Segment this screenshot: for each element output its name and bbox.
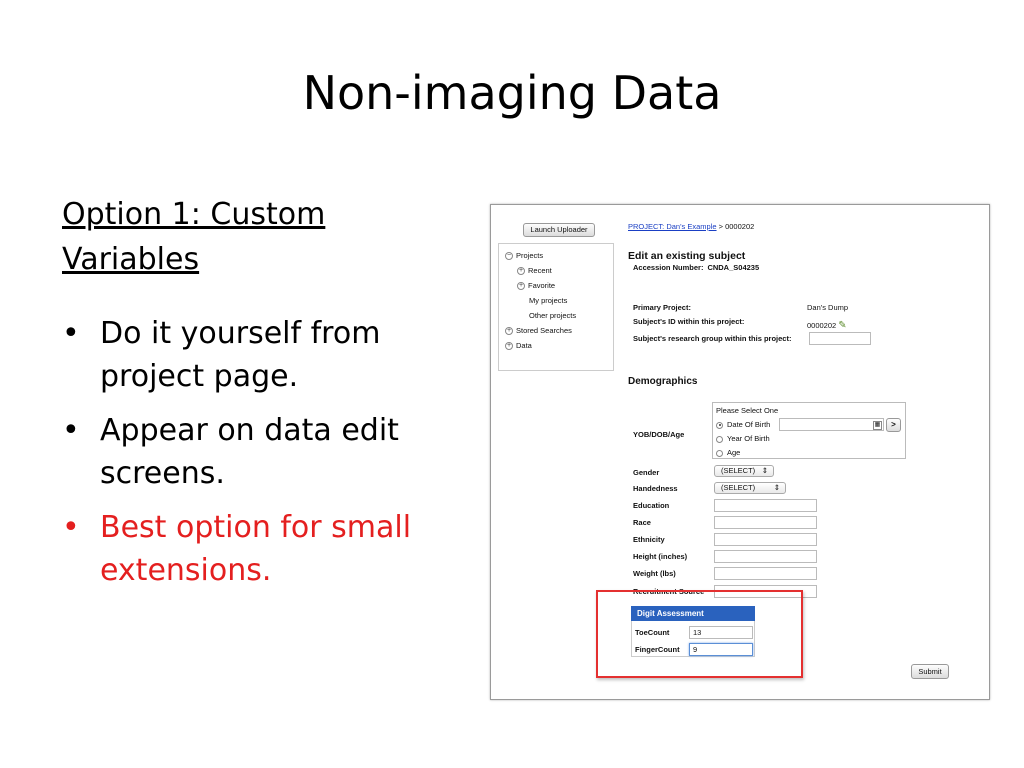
race-label: Race (633, 518, 651, 527)
breadcrumb-current: > 0000202 (716, 222, 755, 231)
tree-label: Recent (528, 266, 552, 275)
demographics-heading: Demographics (628, 376, 698, 387)
tree-item-favorite[interactable]: + Favorite (517, 281, 555, 291)
bullet-text: Appear on data edit screens. (100, 413, 399, 491)
tree-label: Other projects (529, 311, 577, 320)
bullet-item-highlighted: • Best option for small extensions. (62, 506, 482, 592)
screenshot-panel: Launch Uploader − Projects + Recent + Favor… (490, 204, 990, 700)
radio-selected-icon[interactable] (716, 421, 723, 429)
yob-label: YOB/DOB/Age (633, 430, 685, 439)
radio-icon[interactable] (716, 435, 723, 443)
chevron-updown-icon: ⇕ (773, 483, 780, 492)
yob-prompt: Please Select One (716, 406, 779, 415)
tree-item-stored-searches[interactable]: + Stored Searches (505, 326, 572, 336)
chevron-updown-icon: ⇕ (761, 466, 768, 475)
radio-label: Age (727, 448, 741, 457)
select-value: (SELECT) (721, 483, 756, 492)
primary-project-value: Dan's Dump (807, 303, 849, 312)
tree-label: Data (516, 341, 532, 350)
bullet-text: Do it yourself from project page. (100, 316, 381, 394)
expand-icon[interactable]: + (517, 267, 525, 276)
research-group-input[interactable] (809, 332, 871, 345)
tree-label: My projects (529, 296, 568, 305)
gender-label: Gender (633, 468, 660, 477)
primary-project-label: Primary Project: (633, 303, 691, 312)
height-label: Height (inches) (633, 552, 688, 561)
bullet-dot-icon: • (62, 510, 80, 545)
calendar-icon[interactable]: ▦ (873, 421, 882, 430)
date-of-birth-input[interactable] (779, 418, 884, 431)
handedness-select[interactable]: (SELECT) ⇕ (714, 482, 786, 494)
accession-label: Accession Number: (633, 263, 704, 272)
weight-label: Weight (lbs) (633, 569, 676, 578)
radio-year-of-birth[interactable]: Year Of Birth (716, 434, 770, 443)
weight-input[interactable] (714, 567, 817, 580)
select-value: (SELECT) (721, 466, 756, 475)
edit-pencil-icon[interactable]: ✎ (838, 320, 846, 331)
toe-count-label: ToeCount (635, 628, 670, 637)
gender-select[interactable]: (SELECT) ⇕ (714, 465, 774, 477)
tree-item-other-projects[interactable]: Other projects (529, 311, 576, 321)
radio-label: Date Of Birth (727, 420, 771, 429)
navigation-tree: − Projects + Recent + Favorite My projects … (498, 243, 614, 371)
bullet-dot-icon: • (62, 316, 80, 351)
accession-value: CNDA_S04235 (707, 263, 760, 272)
expand-icon[interactable]: + (517, 282, 525, 291)
expand-icon[interactable]: + (505, 327, 513, 336)
subject-id-value: 0000202 ✎ (807, 320, 847, 331)
tree-item-recent[interactable]: + Recent (517, 266, 552, 276)
breadcrumb: PROJECT: Dan's Example > 0000202 (628, 222, 754, 231)
education-label: Education (633, 501, 670, 510)
education-input[interactable] (714, 499, 817, 512)
page-title: Edit an existing subject (628, 250, 746, 262)
tree-item-projects[interactable]: − Projects (505, 251, 543, 261)
date-go-button[interactable]: > (886, 418, 901, 432)
bullet-list: • Do it yourself from project page. • Appe… (62, 312, 482, 603)
option-heading: Option 1: Custom Variables (62, 197, 326, 277)
breadcrumb-project-link[interactable]: PROJECT: Dan's Example (628, 222, 717, 231)
ethnicity-input[interactable] (714, 533, 817, 546)
bullet-item: • Appear on data edit screens. (62, 409, 482, 495)
radio-icon[interactable] (716, 449, 723, 457)
ethnicity-label: Ethnicity (633, 535, 665, 544)
radio-date-of-birth[interactable]: Date Of Birth (716, 420, 770, 429)
bullet-text: Best option for small extensions. (100, 510, 412, 588)
expand-icon[interactable]: + (505, 342, 513, 351)
accession-row: Accession Number: CNDA_S04235 (633, 263, 759, 272)
launch-uploader-button[interactable]: Launch Uploader (523, 223, 595, 237)
tree-label: Favorite (528, 281, 556, 290)
bullet-item: • Do it yourself from project page. (62, 312, 482, 398)
finger-count-label: FingerCount (635, 645, 680, 654)
tree-label: Projects (516, 251, 544, 260)
tree-label: Stored Searches (516, 326, 572, 335)
finger-count-input[interactable]: 9 (689, 643, 753, 656)
race-input[interactable] (714, 516, 817, 529)
tree-item-data[interactable]: + Data (505, 341, 532, 351)
slide-title: Non-imaging Data (302, 66, 722, 120)
height-input[interactable] (714, 550, 817, 563)
subject-id-label: Subject's ID within this project: (633, 317, 745, 326)
digit-assessment-header: Digit Assessment (631, 606, 755, 621)
submit-button[interactable]: Submit (911, 664, 949, 679)
bullet-dot-icon: • (62, 413, 80, 448)
radio-label: Year Of Birth (727, 434, 770, 443)
radio-age[interactable]: Age (716, 448, 740, 457)
toe-count-input[interactable]: 13 (689, 626, 753, 639)
subject-id-text: 0000202 (807, 321, 837, 330)
research-group-label: Subject's research group within this pro… (633, 334, 792, 343)
handedness-label: Handedness (633, 484, 678, 493)
tree-item-my-projects[interactable]: My projects (529, 296, 567, 306)
collapse-icon[interactable]: − (505, 252, 513, 261)
